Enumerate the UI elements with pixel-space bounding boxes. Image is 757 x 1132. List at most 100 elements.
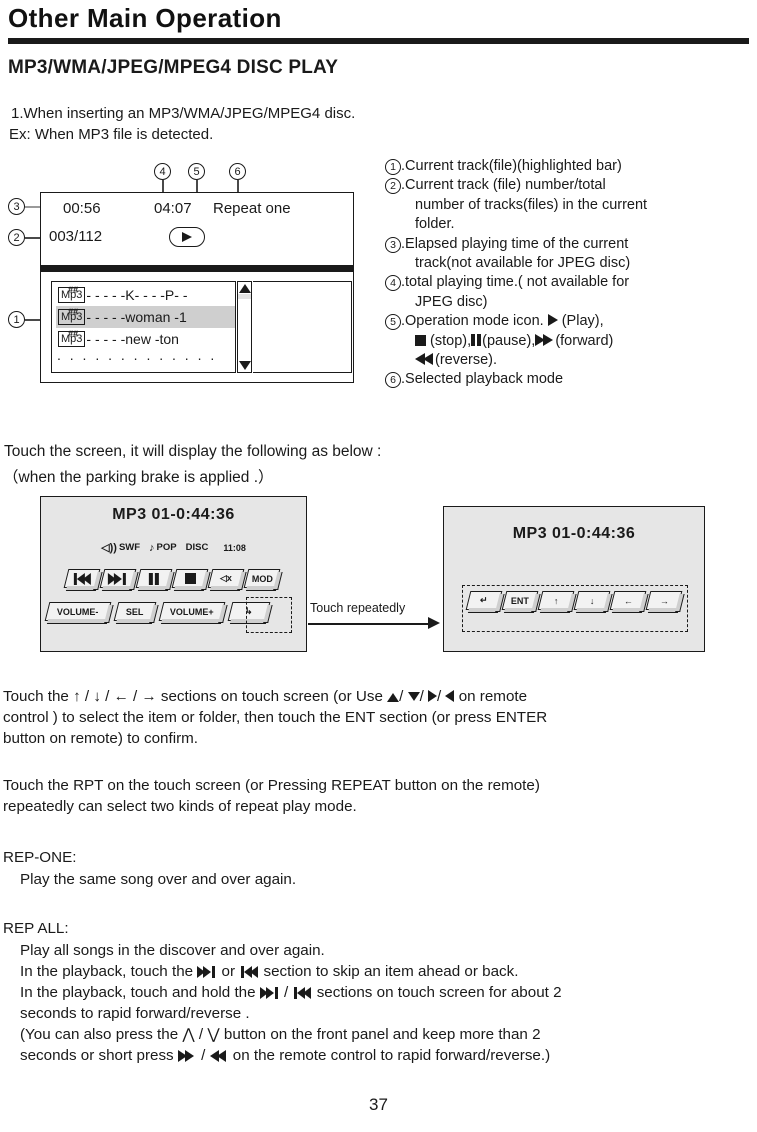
paragraph-line: Touch the RPT on the touch screen (or Pr… bbox=[3, 777, 540, 794]
skip-prev-key[interactable] bbox=[63, 569, 101, 588]
reverse-icon bbox=[209, 1050, 229, 1062]
mid-instruction-line-2: （when the parking brake is applied .） bbox=[3, 469, 274, 486]
panel-title: MP3 01-0:44:36 bbox=[512, 525, 636, 542]
paragraph-line: Touch the ↑ / ↓ / ← / → sections on touc… bbox=[3, 688, 527, 705]
skip-next-key[interactable] bbox=[99, 569, 137, 588]
section-title: MP3/WMA/JPEG/MPEG4 DISC PLAY bbox=[8, 57, 339, 78]
touch-panel-page-1[interactable]: MP3 01-0:44:36 ◁)) SWF ♪ POP DISC 11:08 ◁x… bbox=[40, 496, 307, 652]
scroll-down-arrow-icon[interactable] bbox=[238, 361, 251, 370]
skip-next-icon bbox=[259, 987, 280, 999]
play-triangle-icon bbox=[182, 232, 192, 242]
track-number-value: 003/112 bbox=[49, 228, 103, 245]
status-indicator-row: ◁)) SWF ♪ POP DISC 11:08 bbox=[41, 541, 306, 555]
legend-text-line: .Elapsed playing time of the current bbox=[401, 235, 629, 252]
intro-line-1: 1.When inserting an MP3/WMA/JPEG/MPEG4 d… bbox=[11, 105, 356, 122]
text-fragment: on the remote control to rapid forward/r… bbox=[228, 1047, 551, 1064]
callout-marker-3: 3 bbox=[8, 198, 25, 215]
list-item[interactable]: ## Mp3 - - - - -K- - - -P- - bbox=[56, 284, 235, 306]
triangle-down-icon bbox=[407, 692, 420, 701]
scroll-up-arrow-icon[interactable] bbox=[238, 284, 251, 293]
paragraph-line: In the playback, touch and hold the / se… bbox=[3, 982, 755, 1003]
clock-display: 11:08 bbox=[223, 542, 246, 553]
text-fragment: on remote bbox=[454, 688, 528, 705]
stop-key[interactable] bbox=[171, 569, 209, 588]
play-icon bbox=[547, 314, 558, 327]
select-key[interactable]: SEL bbox=[113, 602, 157, 621]
mute-key[interactable]: ◁x bbox=[207, 569, 245, 588]
scrollbar-thumb[interactable] bbox=[238, 294, 251, 299]
volume-up-key[interactable]: VOLUME+ bbox=[158, 602, 226, 621]
list-item[interactable]: ## Mp3 - - - - -woman -1 bbox=[56, 306, 235, 328]
forward-icon bbox=[177, 1050, 197, 1062]
panel-title: MP3 01-0:44:36 bbox=[112, 506, 235, 523]
sharp-marker: ## bbox=[68, 285, 79, 295]
paragraph-line: (You can also press the ⋀ / ⋁ button on … bbox=[3, 1024, 755, 1045]
more-items-dots: . . . . . . . . . . . . . bbox=[57, 347, 217, 363]
mode-key[interactable]: MOD bbox=[243, 569, 281, 588]
pop-label: POP bbox=[156, 542, 177, 553]
text-fragment: button on the front panel and keep more … bbox=[219, 1026, 541, 1043]
arrow-right-icon: → bbox=[141, 688, 157, 705]
lcd-right-pane bbox=[253, 281, 352, 373]
legend-text-line: JPEG disc) bbox=[415, 293, 488, 310]
legend-text-line: .Current track (file) number/total bbox=[401, 177, 606, 194]
skip-next-icon bbox=[197, 966, 217, 978]
volume-down-key[interactable]: VOLUME- bbox=[44, 602, 112, 621]
elapsed-time-value: 00:56 bbox=[63, 200, 101, 217]
legend-text-fragment: (Play), bbox=[557, 313, 604, 330]
legend-item-5: 5 .Operation mode icon. (Play), (stop), (… bbox=[385, 312, 757, 370]
callout-marker-5: 5 bbox=[188, 163, 205, 180]
file-name-label: - - - - -new -ton bbox=[86, 331, 179, 347]
hollow-down-icon: ⋁ bbox=[207, 1026, 220, 1043]
paragraph-line: Play the same song over and over again. bbox=[20, 871, 297, 888]
legend-number: 6 bbox=[385, 372, 401, 389]
stop-icon bbox=[184, 573, 196, 584]
annotation-arrow-line bbox=[308, 623, 432, 625]
rep-all-heading: REP ALL: bbox=[3, 920, 69, 937]
pop-indicator: ♪ POP bbox=[149, 542, 177, 554]
legend-item-6: 6 .Selected playback mode bbox=[385, 370, 757, 389]
legend-number: 3 bbox=[385, 236, 401, 253]
skip-next-icon bbox=[108, 572, 128, 585]
file-name-label: - - - - -woman -1 bbox=[86, 309, 187, 325]
paragraph-repeat: Touch the RPT on the touch screen (or Pr… bbox=[3, 775, 755, 817]
pause-key[interactable] bbox=[135, 569, 173, 588]
list-scrollbar[interactable] bbox=[237, 281, 252, 373]
text-fragment: In the playback, touch the bbox=[20, 963, 198, 980]
lcd-display-mock: 00:56 04:07 Repeat one 003/112 ## Mp3 - -… bbox=[40, 192, 354, 383]
legend-item-4: 4 .total playing time.( not available fo… bbox=[385, 273, 757, 312]
touch-panel-page-2[interactable]: MP3 01-0:44:36 ↵ ENT ↑ ↓ ← → bbox=[443, 506, 705, 652]
file-list[interactable]: ## Mp3 - - - - -K- - - -P- - ## Mp3 - - - … bbox=[51, 281, 236, 373]
legend-number: 5 bbox=[385, 314, 401, 331]
text-fragment: / bbox=[80, 688, 94, 705]
skip-prev-icon bbox=[292, 987, 312, 999]
pause-icon bbox=[148, 572, 160, 585]
touch-repeatedly-label: Touch repeatedly bbox=[310, 601, 406, 615]
legend-text-fragment: (forward) bbox=[555, 332, 614, 349]
select-key-label: SEL bbox=[126, 606, 144, 617]
legend-number: 4 bbox=[385, 275, 401, 292]
text-fragment: / bbox=[437, 688, 446, 705]
legend-text-fragment: (pause), bbox=[482, 332, 536, 349]
callout-marker-1: 1 bbox=[8, 311, 25, 328]
paragraph-line: repeatedly can select two kinds of repea… bbox=[3, 798, 357, 815]
paragraph-line: seconds or short press / on the remote c… bbox=[3, 1045, 755, 1066]
legend-number: 2 bbox=[385, 178, 401, 195]
highlight-box-nav-keys bbox=[462, 585, 688, 632]
legend-text-fragment: (stop), bbox=[426, 332, 472, 349]
page-number: 37 bbox=[369, 1095, 388, 1114]
text-fragment: / bbox=[128, 688, 142, 705]
rep-one-heading: REP-ONE: bbox=[3, 849, 77, 866]
reverse-icon bbox=[415, 353, 435, 366]
legend-text-line: .Operation mode icon. (Play), bbox=[401, 313, 604, 329]
text-fragment: Touch the bbox=[3, 688, 74, 705]
lcd-info-area: 00:56 04:07 Repeat one 003/112 bbox=[41, 193, 353, 265]
legend-list: 1 .Current track(file)(highlighted bar) … bbox=[385, 157, 757, 390]
arrow-up-icon: ↑ bbox=[73, 688, 81, 705]
legend-text: .Selected playback mode bbox=[401, 371, 564, 388]
mute-icon: ◁x bbox=[220, 573, 232, 583]
highlight-box-next-page-key bbox=[246, 597, 292, 633]
playback-mode-value: Repeat one bbox=[213, 200, 291, 217]
mp3-file-icon: ## Mp3 bbox=[58, 329, 86, 347]
play-mode-icon bbox=[169, 227, 205, 247]
